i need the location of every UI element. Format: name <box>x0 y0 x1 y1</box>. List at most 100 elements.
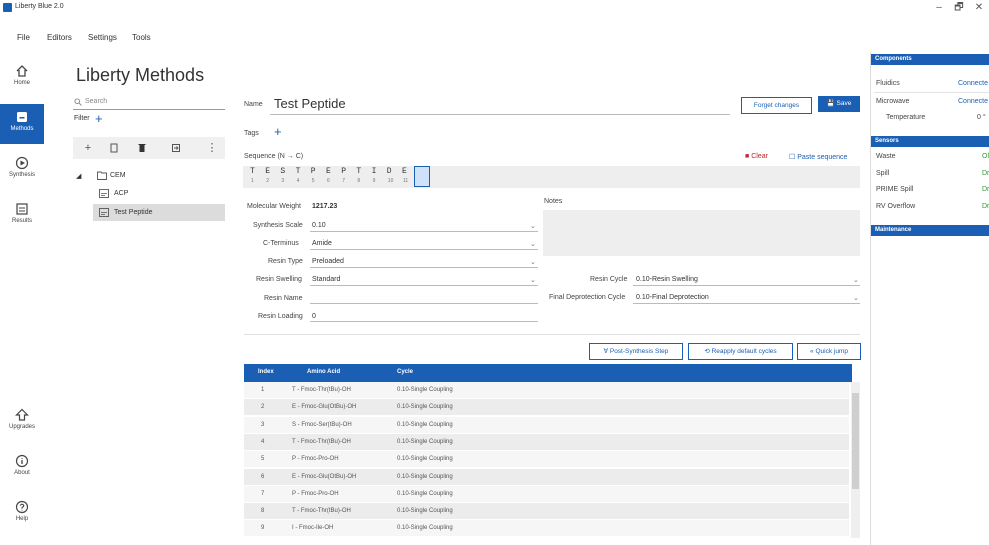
sequence-editor[interactable]: T 1 E 2 S 3 T 4 P 5 E 6 P 7 T 8 I 9 D 10 E 11 <box>243 166 860 188</box>
tags-label: Tags <box>244 130 259 137</box>
final-deprotection-select[interactable]: 0.10-Final Deprotection <box>636 294 709 301</box>
rv-overflow-label: RV Overflow <box>876 203 916 210</box>
prime-spill-status: Dr <box>982 186 989 193</box>
sequence-residue[interactable]: T <box>356 167 361 176</box>
prime-spill-label: PRIME Spill <box>876 186 914 193</box>
nav-about[interactable]: About <box>0 448 44 488</box>
col-cycle[interactable]: Cycle <box>397 369 413 375</box>
sequence-position-number: 3 <box>281 178 285 184</box>
resin-loading-label: Resin Loading <box>258 313 303 320</box>
search-input[interactable]: Search <box>73 95 225 110</box>
tree-expand-icon[interactable]: ◢ <box>76 172 81 180</box>
home-icon <box>16 65 28 77</box>
quick-jump-button[interactable]: « Quick jump <box>797 343 861 360</box>
cell-amino-acid: P - Fmoc-Pro-OH <box>292 490 339 497</box>
tree-item-label: Test Peptide <box>114 209 153 216</box>
nav-help-label: Help <box>15 516 29 522</box>
nav-help[interactable]: Help <box>0 494 44 534</box>
forget-changes-button[interactable]: Forget changes <box>741 97 812 114</box>
resin-swelling-select[interactable]: Standard <box>312 276 340 283</box>
tree-item-test-peptide[interactable]: Test Peptide <box>93 204 225 221</box>
window-title: Liberty Blue 2.0 <box>15 3 64 10</box>
nav-synthesis[interactable]: Synthesis <box>0 150 44 190</box>
cell-cycle: 0.10-Single Coupling <box>397 404 453 411</box>
add-filter-button[interactable]: + <box>95 111 103 126</box>
sequence-position-number: 4 <box>296 178 300 184</box>
notes-textarea[interactable] <box>543 210 860 256</box>
table-row[interactable]: 1 T - Fmoc-Thr(tBu)-OH 0.10-Single Couplin… <box>244 382 849 399</box>
scrollbar-thumb[interactable] <box>852 393 859 489</box>
resin-type-select[interactable]: Preloaded <box>312 258 344 265</box>
c-terminus-select[interactable]: Amide <box>312 240 332 247</box>
sequence-residue[interactable]: P <box>311 167 316 176</box>
table-row[interactable]: 9 I - Fmoc-Ile-OH 0.10-Single Coupling <box>244 520 849 538</box>
sequence-residue[interactable]: E <box>326 167 331 176</box>
tree-item-acp[interactable]: ACP <box>114 190 128 197</box>
resin-type-underline <box>310 267 538 268</box>
sequence-cursor-cell[interactable] <box>414 166 430 187</box>
name-input[interactable]: Test Peptide <box>274 96 346 111</box>
delete-method-button[interactable] <box>135 141 149 155</box>
final-deprotection-label: Final Deprotection Cycle <box>549 294 626 301</box>
sequence-position-number: 1 <box>251 178 254 184</box>
table-row[interactable]: 5 P - Fmoc-Pro-OH 0.10-Single Coupling <box>244 451 849 469</box>
synthesis-scale-select[interactable]: 0.10 <box>312 222 326 229</box>
sequence-residue[interactable]: P <box>341 167 346 176</box>
col-index[interactable]: Index <box>258 369 274 375</box>
menu-settings[interactable]: Settings <box>88 33 117 42</box>
restore-button[interactable]: 🗗 <box>951 1 967 15</box>
chevron-down-icon: ⌄ <box>530 277 536 284</box>
post-synthesis-step-button[interactable]: ∀ Post-Synthesis Step <box>589 343 683 360</box>
paste-sequence-button[interactable]: ☐ Paste sequence <box>789 153 847 161</box>
minimize-button[interactable]: – <box>931 1 947 15</box>
sequence-residue[interactable]: T <box>250 167 255 176</box>
sequence-residue[interactable]: D <box>387 167 392 176</box>
sequence-residue[interactable]: I <box>372 167 377 176</box>
close-button[interactable]: ✕ <box>971 1 987 15</box>
menu-editors[interactable]: Editors <box>47 33 72 42</box>
clear-sequence-button[interactable]: ■ Clear <box>745 153 768 160</box>
nav-home[interactable]: Home <box>0 58 44 98</box>
menu-tools[interactable]: Tools <box>132 33 151 42</box>
import-method-button[interactable] <box>169 141 183 155</box>
table-row[interactable]: 4 T - Fmoc-Thr(tBu)-OH 0.10-Single Couplin… <box>244 433 849 451</box>
tree-root-cem[interactable]: CEM <box>110 172 126 179</box>
cell-index: 6 <box>261 473 265 480</box>
nav-results[interactable]: Results <box>0 196 44 236</box>
add-tag-button[interactable]: + <box>274 124 282 139</box>
table-row[interactable]: 7 P - Fmoc-Pro-OH 0.10-Single Coupling <box>244 485 849 503</box>
menu-file[interactable]: File <box>17 33 30 42</box>
table-row[interactable]: 3 S - Fmoc-Ser(tBu)-OH 0.10-Single Couplin… <box>244 416 849 434</box>
synthesis-scale-underline <box>310 231 538 232</box>
table-row[interactable]: 6 E - Fmoc-Glu(OtBu)-OH 0.10-Single Coupli… <box>244 468 849 486</box>
add-method-button[interactable]: + <box>81 141 95 155</box>
sequence-residue[interactable]: E <box>402 167 407 176</box>
synthesis-scale-label: Synthesis Scale <box>253 222 303 229</box>
sequence-residue[interactable]: E <box>265 167 270 176</box>
sequence-residue[interactable]: T <box>296 167 301 176</box>
sequence-position-number: 9 <box>372 178 376 184</box>
copy-method-button[interactable] <box>107 141 121 155</box>
cell-cycle: 0.10-Single Coupling <box>397 421 453 428</box>
chevron-down-icon: ⌄ <box>530 241 536 248</box>
clipboard-icon: ☐ <box>789 154 798 161</box>
sequence-label: Sequence (N → C) <box>244 153 304 160</box>
maintenance-header[interactable]: Maintenance <box>871 225 989 236</box>
cell-index: 8 <box>261 508 265 515</box>
molecular-weight-label: Molecular Weight <box>247 203 301 210</box>
sequence-residue[interactable]: S <box>280 167 285 176</box>
results-icon <box>16 203 28 215</box>
reapply-default-cycles-button[interactable]: ⟲ Reapply default cycles <box>688 343 793 360</box>
resin-cycle-select[interactable]: 0.10-Resin Swelling <box>636 276 698 283</box>
save-button[interactable]: 💾 Save <box>818 96 860 112</box>
resin-loading-input[interactable]: 0 <box>312 313 316 320</box>
nav-methods[interactable]: Methods <box>0 104 44 144</box>
cell-index: 4 <box>261 438 265 445</box>
more-options-button[interactable]: ⋮ <box>205 141 219 155</box>
table-row[interactable]: 8 T - Fmoc-Thr(tBu)-OH 0.10-Single Couplin… <box>244 503 849 521</box>
nav-upgrades[interactable]: Upgrades <box>0 402 44 442</box>
col-amino-acid[interactable]: Amino Acid <box>307 369 340 375</box>
table-row[interactable]: 2 E - Fmoc-Glu(OtBu)-OH 0.10-Single Coupli… <box>244 399 849 417</box>
cell-amino-acid: T - Fmoc-Thr(tBu)-OH <box>292 387 351 393</box>
rv-overflow-status: Dr <box>982 203 989 210</box>
